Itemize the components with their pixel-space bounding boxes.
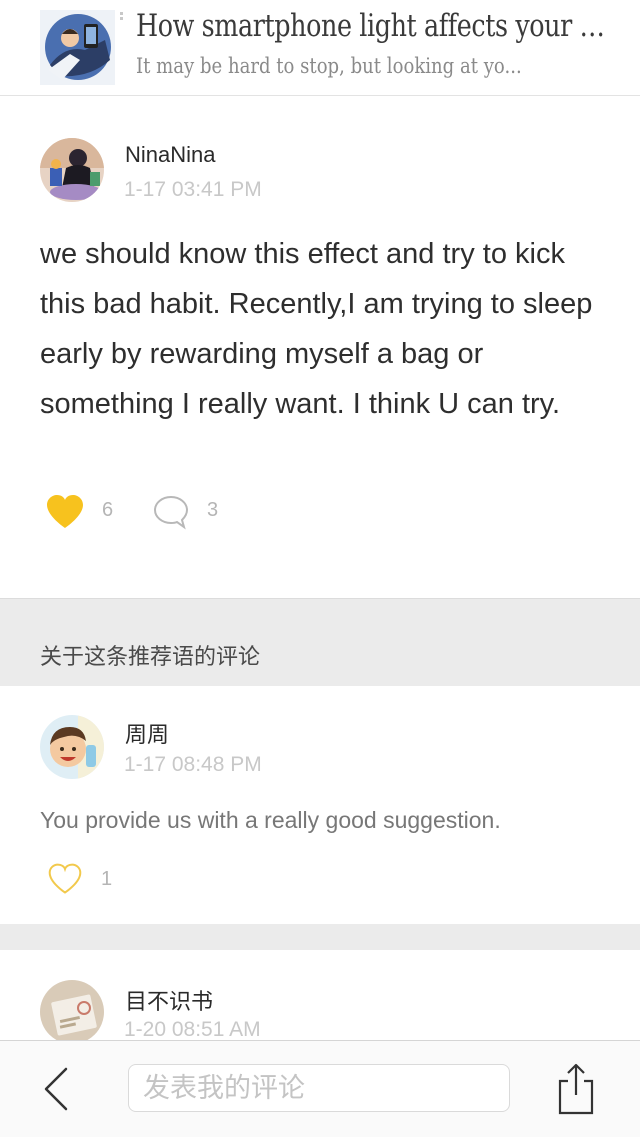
back-button[interactable]: [36, 1065, 80, 1113]
timestamp: 1-17 03:41 PM: [124, 178, 262, 201]
article-header[interactable]: How smartphone light affects your brai..…: [0, 0, 640, 96]
avatar[interactable]: [40, 138, 104, 202]
reply-text: You provide us with a really good sugges…: [40, 807, 501, 833]
section-title: 关于这条推荐语的评论: [40, 645, 261, 670]
chevron-left-icon: [44, 1067, 68, 1111]
avatar[interactable]: [40, 715, 104, 779]
username[interactable]: 周周: [125, 717, 169, 749]
article-thumbnail: [40, 10, 115, 85]
username[interactable]: 目不识书: [125, 984, 213, 1016]
comment-count: 3: [207, 499, 219, 521]
share-button[interactable]: [556, 1061, 596, 1117]
comment-input[interactable]: [128, 1064, 510, 1112]
avatar[interactable]: [40, 980, 104, 1040]
heart-outline-icon: [48, 863, 82, 894]
like-count: 6: [102, 499, 114, 521]
like-button[interactable]: [45, 494, 85, 530]
share-icon: [558, 1063, 594, 1115]
reply-item: 周周 1-17 08:48 PM You provide us with a r…: [0, 686, 640, 924]
timestamp: 1-17 08:48 PM: [124, 753, 262, 776]
bottom-toolbar: [0, 1040, 640, 1137]
comment-body: we should know this effect and try to ki…: [40, 238, 593, 420]
article-title[interactable]: How smartphone light affects your brai..…: [136, 8, 606, 44]
reply-item: 目不识书 1-20 08:51 AM: [0, 950, 640, 1040]
reply-button[interactable]: [153, 494, 189, 530]
like-button[interactable]: [47, 862, 83, 896]
article-subtitle: It may be hard to stop, but looking at y…: [136, 54, 522, 78]
timestamp: 1-20 08:51 AM: [124, 1018, 261, 1040]
speech-bubble-icon: [153, 495, 189, 530]
divider: [0, 924, 640, 950]
heart-filled-icon: [47, 495, 83, 528]
username[interactable]: NinaNina: [125, 142, 216, 168]
main-comment: NinaNina 1-17 03:41 PM we should know th…: [0, 96, 640, 598]
like-count: 1: [101, 868, 113, 890]
section-header: 关于这条推荐语的评论: [0, 598, 640, 686]
thumbnail-dots: [120, 12, 124, 26]
